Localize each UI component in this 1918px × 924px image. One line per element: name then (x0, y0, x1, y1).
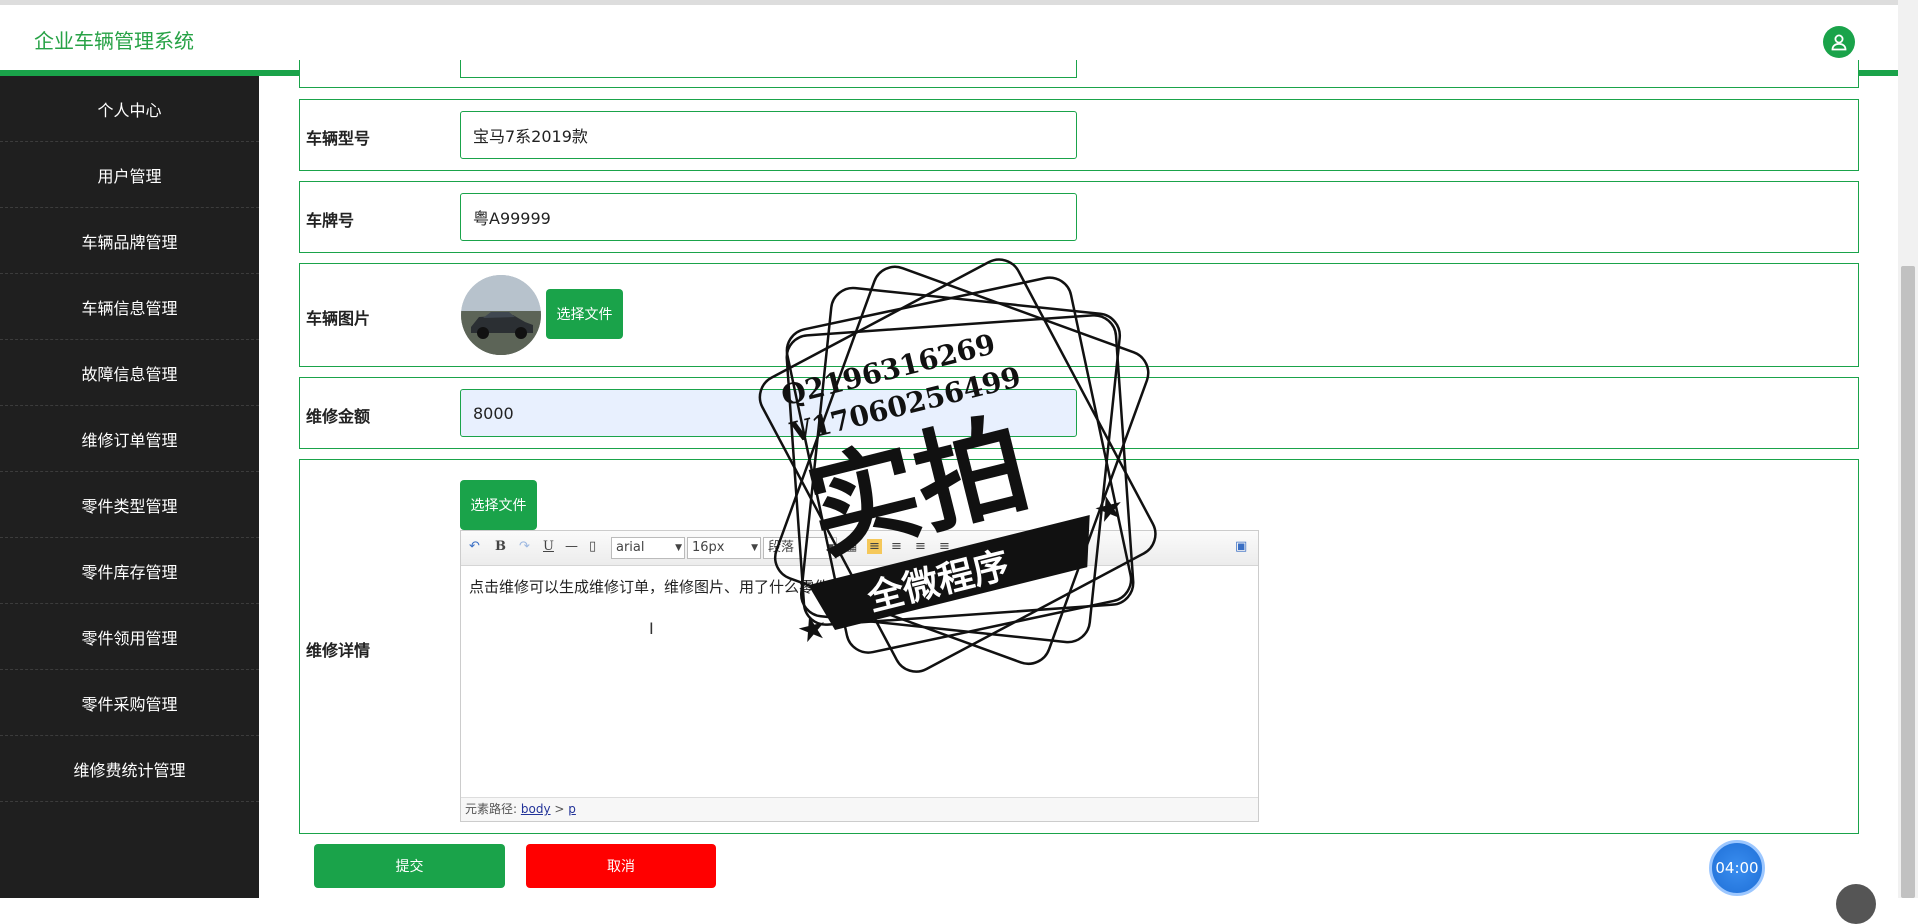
image-label: 车辆图片 (306, 309, 371, 328)
model-label: 车辆型号 (306, 129, 371, 148)
sidebar-item-faults[interactable]: 故障信息管理 (0, 340, 259, 406)
text-cursor-icon: I (649, 619, 654, 638)
redo-icon[interactable]: ↷ (519, 539, 530, 554)
sidebar-item-label: 车辆品牌管理 (81, 232, 178, 252)
sidebar-item-repair-stats[interactable]: 维修费统计管理 (0, 736, 259, 802)
model-input[interactable]: 宝马7系2019款 (460, 111, 1077, 159)
sidebar-item-part-types[interactable]: 零件类型管理 (0, 472, 259, 538)
app-title: 企业车辆管理系统 (34, 29, 194, 53)
font-size-value: 16px (692, 540, 725, 555)
plate-label: 车牌号 (306, 211, 355, 230)
sidebar-item-part-usage[interactable]: 零件领用管理 (0, 604, 259, 670)
sidebar-item-label: 维修费统计管理 (73, 760, 186, 780)
detail-label: 维修详情 (306, 641, 371, 660)
element-path-body-link[interactable]: body (521, 802, 551, 816)
vehicle-image-thumbnail[interactable] (461, 275, 541, 355)
page-icon[interactable]: ▯ (589, 539, 596, 554)
element-path-p-link[interactable]: p (568, 802, 576, 816)
sidebar-item-brands[interactable]: 车辆品牌管理 (0, 208, 259, 274)
sidebar-item-label: 零件采购管理 (81, 694, 178, 714)
font-family-select[interactable]: arial ▼ (611, 537, 685, 559)
underline-icon[interactable]: U (543, 539, 554, 554)
sidebar-item-label: 故障信息管理 (81, 364, 178, 384)
partial-input[interactable] (460, 60, 1077, 78)
sidebar-item-label: 用户管理 (97, 166, 162, 186)
editor-statusbar: 元素路径: body > p (461, 797, 1258, 821)
sidebar-item-label: 个人中心 (97, 100, 162, 120)
user-icon[interactable] (1823, 26, 1855, 58)
detail-choose-file-button[interactable]: 选择文件 (460, 480, 537, 530)
form-row-partial (299, 60, 1859, 88)
image-choose-file-button[interactable]: 选择文件 (546, 289, 623, 339)
sidebar-item-users[interactable]: 用户管理 (0, 142, 259, 208)
form-row-plate: 车牌号 粤A99999 (299, 181, 1859, 253)
timer-badge: 04:00 (1709, 840, 1765, 896)
amount-label: 维修金额 (306, 407, 371, 426)
undo-icon[interactable]: ↶ (469, 539, 480, 554)
cancel-button[interactable]: 取消 (526, 844, 716, 888)
fullscreen-icon[interactable]: ▣ (1235, 539, 1247, 554)
page-scrollbar-thumb[interactable] (1901, 266, 1915, 898)
element-path-label: 元素路径: (465, 802, 518, 816)
submit-button[interactable]: 提交 (314, 844, 505, 888)
font-family-value: arial (616, 540, 645, 555)
chevron-down-icon: ▼ (675, 543, 682, 553)
plate-input[interactable]: 粤A99999 (460, 193, 1077, 241)
sidebar-item-part-stock[interactable]: 零件库存管理 (0, 538, 259, 604)
sidebar-item-vehicles[interactable]: 车辆信息管理 (0, 274, 259, 340)
form-row-model: 车辆型号 宝马7系2019款 (299, 99, 1859, 171)
floating-circle-button[interactable] (1836, 884, 1876, 924)
sidebar-item-label: 零件类型管理 (81, 496, 178, 516)
bold-icon[interactable]: B (495, 539, 506, 554)
sidebar-item-label: 零件库存管理 (81, 562, 178, 582)
sidebar-item-label: 零件领用管理 (81, 628, 178, 648)
sidebar-item-personal-center[interactable]: 个人中心 (0, 76, 259, 142)
watermark-stamp: Q2196316269 V17060256499 实拍 全微程序 ★ ★ (745, 255, 1175, 685)
sidebar-item-part-purchase[interactable]: 零件采购管理 (0, 670, 259, 736)
element-path-separator: > (554, 802, 565, 816)
sidebar-item-label: 维修订单管理 (81, 430, 178, 450)
sidebar-item-label: 车辆信息管理 (81, 298, 178, 318)
sidebar: 个人中心 用户管理 车辆品牌管理 车辆信息管理 故障信息管理 维修订单管理 零件… (0, 76, 259, 898)
horizontal-rule-icon[interactable]: — (565, 539, 578, 554)
sidebar-item-repair-orders[interactable]: 维修订单管理 (0, 406, 259, 472)
